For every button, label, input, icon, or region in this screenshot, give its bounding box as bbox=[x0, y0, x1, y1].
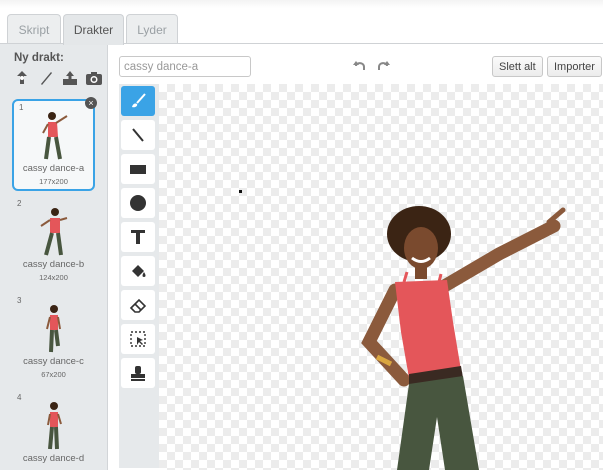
ellipse-tool[interactable] bbox=[121, 188, 155, 218]
tab-lyder[interactable]: Lyder bbox=[126, 14, 178, 44]
new-costume-label: Ny drakt: bbox=[14, 52, 64, 64]
costume-image bbox=[361, 206, 566, 470]
costume-name: cassy dance-a bbox=[22, 163, 85, 174]
costume-name: cassy dance-c bbox=[23, 356, 84, 367]
select-tool[interactable] bbox=[121, 324, 155, 354]
upload-icon[interactable] bbox=[61, 69, 79, 87]
fill-icon bbox=[132, 265, 146, 277]
costume-item-2[interactable]: 2 cassy dance-b 124x200 bbox=[12, 197, 95, 289]
tab-label: Drakter bbox=[73, 23, 114, 37]
eraser-tool[interactable] bbox=[121, 290, 155, 320]
costume-thumbnail bbox=[41, 112, 68, 160]
line-tool[interactable] bbox=[121, 120, 155, 150]
costume-item-4[interactable]: 4 cassy dance-d bbox=[12, 391, 95, 470]
costume-size: 124x200 bbox=[39, 273, 68, 282]
costume-name-input[interactable] bbox=[119, 56, 251, 77]
costume-thumbnail bbox=[39, 208, 67, 256]
costume-name: cassy dance-d bbox=[22, 453, 85, 464]
costume-number: 4 bbox=[17, 393, 22, 402]
rectangle-tool[interactable] bbox=[121, 154, 155, 184]
line-icon bbox=[132, 128, 144, 142]
costume-list-pane: Ny drakt: 1 × cassy dance-a 177x200 2 ca… bbox=[0, 44, 108, 470]
paint-editor: Slett alt Importer bbox=[109, 44, 603, 470]
tab-drakter[interactable]: Drakter bbox=[63, 14, 124, 45]
costume-thumbnail bbox=[45, 305, 61, 353]
text-tool[interactable] bbox=[121, 222, 155, 252]
choose-from-library-icon[interactable] bbox=[13, 69, 31, 87]
camera-icon[interactable] bbox=[85, 69, 103, 87]
tool-palette bbox=[119, 84, 159, 468]
costume-item-1[interactable]: 1 × cassy dance-a 177x200 bbox=[12, 97, 97, 191]
costume-number: 3 bbox=[17, 296, 22, 305]
undo-icon[interactable] bbox=[352, 58, 368, 74]
fill-tool[interactable] bbox=[121, 256, 155, 286]
import-button[interactable]: Importer bbox=[547, 56, 602, 77]
brush-icon bbox=[132, 93, 146, 108]
drawing-canvas[interactable] bbox=[159, 84, 603, 470]
stamp-icon bbox=[131, 366, 145, 381]
costume-number: 2 bbox=[17, 199, 22, 208]
costume-number: 1 bbox=[19, 103, 24, 112]
costume-size: 177x200 bbox=[39, 177, 68, 186]
top-glare bbox=[0, 0, 603, 8]
tab-skript[interactable]: Skript bbox=[7, 14, 61, 44]
select-icon bbox=[130, 331, 146, 347]
tab-label: Skript bbox=[18, 22, 50, 37]
redo-icon[interactable] bbox=[375, 58, 391, 74]
costume-size: 67x200 bbox=[41, 370, 66, 379]
paint-new-icon[interactable] bbox=[37, 69, 55, 87]
brush-tool[interactable] bbox=[121, 86, 155, 116]
tab-label: Lyder bbox=[137, 22, 167, 37]
costume-name: cassy dance-b bbox=[22, 259, 85, 270]
clear-button[interactable]: Slett alt bbox=[492, 56, 543, 77]
stamp-tool[interactable] bbox=[121, 358, 155, 388]
ellipse-icon bbox=[130, 195, 146, 211]
eraser-icon bbox=[129, 298, 147, 313]
costume-item-3[interactable]: 3 cassy dance-c 67x200 bbox=[12, 294, 95, 386]
paint-dot bbox=[239, 190, 242, 193]
new-costume-icons bbox=[13, 69, 103, 87]
costume-thumbnail bbox=[46, 402, 62, 450]
tab-bar: Skript Drakter Lyder bbox=[0, 0, 603, 45]
text-icon bbox=[131, 230, 145, 244]
rectangle-icon bbox=[130, 165, 146, 174]
delete-costume-icon[interactable]: × bbox=[85, 97, 97, 109]
